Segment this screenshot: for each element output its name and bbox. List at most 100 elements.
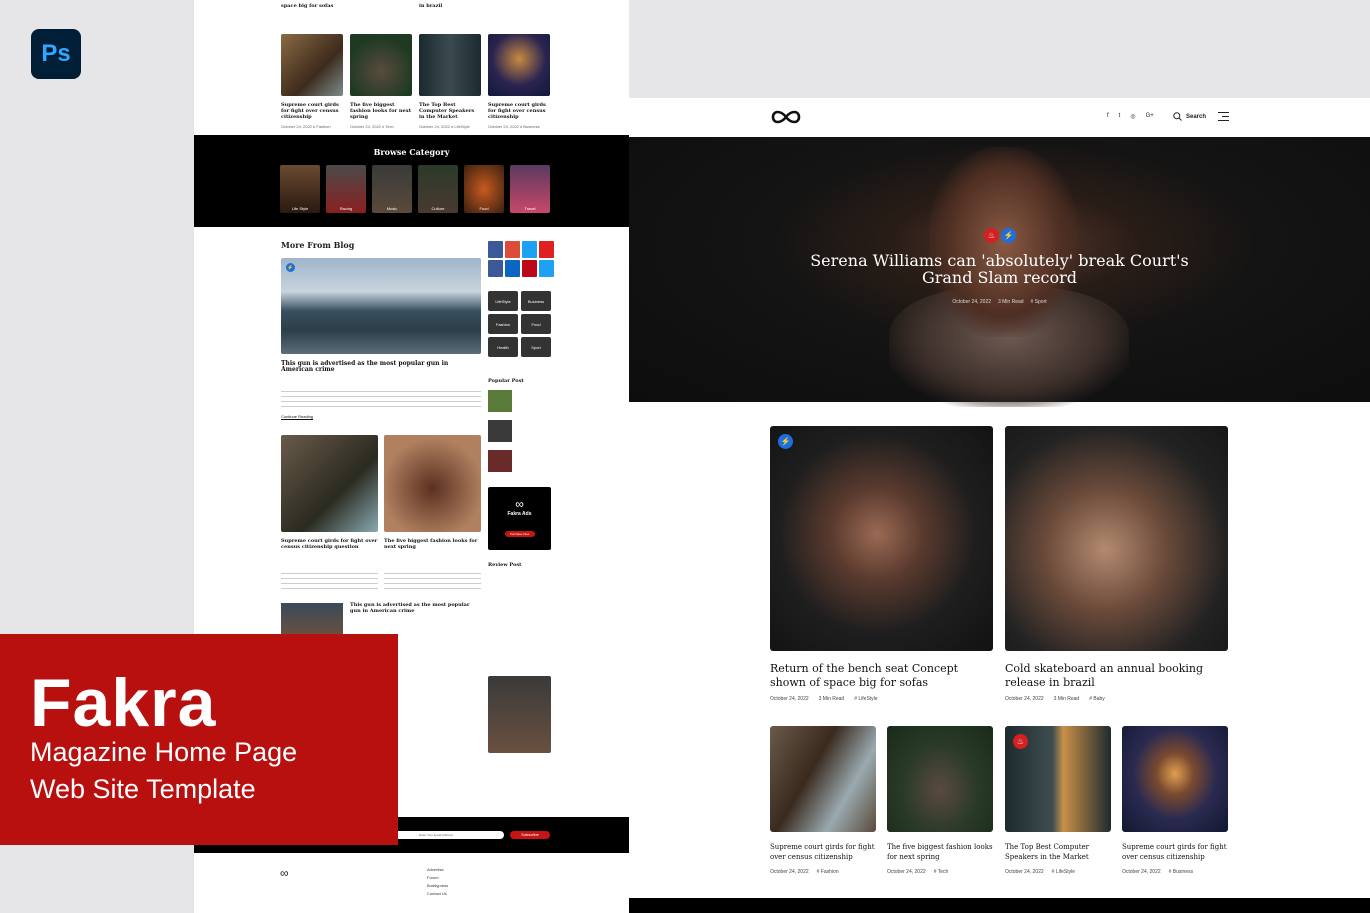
subscribe-button[interactable]: Subscribe	[510, 831, 550, 839]
list-image[interactable]	[281, 603, 343, 636]
facebook-icon[interactable]	[488, 241, 503, 258]
linkedin-icon[interactable]	[505, 260, 520, 277]
small-post-title[interactable]: The five biggest fashion looks for next …	[887, 842, 997, 862]
post-date: October 24, 2022	[887, 869, 926, 875]
twitter-icon[interactable]	[522, 241, 537, 258]
post-tag[interactable]: # Business	[520, 124, 540, 129]
post-date: October 24, 2022	[1005, 869, 1044, 875]
grid-card[interactable]: Supreme court girds for fight over censu…	[488, 34, 550, 129]
post-tag[interactable]: # Fashion	[313, 124, 331, 129]
post-tag[interactable]: # Business	[1169, 869, 1193, 875]
search-button[interactable]: Search	[1173, 112, 1206, 121]
googleplus-icon[interactable]: G+	[1146, 113, 1154, 120]
side-category[interactable]: Health	[488, 337, 518, 357]
blog-hero-title[interactable]: This gun is advertised as the most popul…	[281, 361, 481, 373]
card-image[interactable]	[281, 435, 378, 532]
post-image[interactable]	[281, 34, 343, 96]
post-image[interactable]	[419, 34, 481, 96]
popular-thumb[interactable]	[488, 390, 512, 412]
post-tag[interactable]: # LifeStyle	[1052, 869, 1075, 875]
small-post-image[interactable]: ♨	[1005, 726, 1111, 832]
lightning-icon: ⚡	[1001, 228, 1016, 243]
footer-link[interactable]: Buddypress	[427, 882, 448, 890]
header-social: f t ◎ G+	[1107, 113, 1154, 120]
small-post-title[interactable]: The Top Best Computer Speakers in the Ma…	[1005, 842, 1115, 862]
small-post-title[interactable]: Supreme court girds for fight over censu…	[1122, 842, 1232, 862]
email-input[interactable]: Enter Your Email Address	[394, 831, 504, 839]
footer-link[interactable]: Contact Us	[427, 890, 448, 898]
browse-category-section: Browse Category Life Style Racing Music …	[194, 135, 629, 227]
footer-link[interactable]: Forum	[427, 874, 448, 882]
grid-card[interactable]: The five biggest fashion looks for next …	[350, 34, 412, 129]
post-tag[interactable]: # LifeStyle	[451, 124, 470, 129]
hero-tag[interactable]: # Sport	[1031, 299, 1047, 305]
post-tag[interactable]: # Fashion	[817, 869, 839, 875]
side-category[interactable]: Business	[521, 291, 551, 311]
category-label: Life Style	[291, 206, 309, 211]
popular-thumb[interactable]	[488, 450, 512, 472]
post-date: October 24, 2022	[1122, 869, 1161, 875]
small-post-image[interactable]	[887, 726, 993, 832]
post-tag[interactable]: # Tech	[934, 869, 949, 875]
category-racing[interactable]: Racing	[326, 165, 366, 213]
post-title[interactable]: Supreme court girds for fight over censu…	[488, 102, 550, 120]
promo-banner: Fakra Magazine Home Page Web Site Templa…	[0, 634, 398, 845]
twitter-icon[interactable]: t	[1119, 113, 1121, 120]
site-header: f t ◎ G+ Search	[629, 98, 1370, 137]
card-title[interactable]: Supreme court girds for fight over censu…	[281, 538, 378, 550]
ad-banner[interactable]: ∞ Fakra Ads Purchase Now	[488, 487, 551, 550]
vimeo-icon[interactable]	[539, 260, 554, 277]
pinterest-icon[interactable]	[522, 260, 537, 277]
card-title[interactable]: The five biggest fashion looks for next …	[384, 538, 481, 550]
hero-section[interactable]: ♨ ⚡ Serena Williams can 'absolutely' bre…	[629, 137, 1370, 407]
category-music[interactable]: Music	[372, 165, 412, 213]
post-image[interactable]	[488, 34, 550, 96]
category-travel[interactable]: Travel	[510, 165, 550, 213]
side-category[interactable]: Food	[521, 314, 551, 334]
blog-hero-image[interactable]: ⚡	[281, 258, 481, 354]
grid-card[interactable]: The Top Best Computer Speakers in the Ma…	[419, 34, 481, 129]
side-category[interactable]: Fashion	[488, 314, 518, 334]
purchase-button[interactable]: Purchase Now	[504, 531, 535, 537]
category-lifestyle[interactable]: Life Style	[280, 165, 320, 213]
card-image[interactable]	[384, 435, 481, 532]
category-culture[interactable]: Culture	[418, 165, 458, 213]
googleplus-icon[interactable]	[505, 241, 520, 258]
post-title[interactable]: The five biggest fashion looks for next …	[350, 102, 412, 120]
side-category[interactable]: LifeStyle	[488, 291, 518, 311]
hero-title[interactable]: Serena Williams can 'absolutely' break C…	[629, 252, 1370, 286]
instagram-icon[interactable]	[488, 260, 503, 277]
featured-image[interactable]: ⚡	[770, 426, 993, 651]
post-tag[interactable]: # LifeStyle	[854, 696, 877, 702]
hero-read-time: 3 Min Read	[997, 299, 1024, 305]
post-title[interactable]: The Top Best Computer Speakers in the Ma…	[419, 102, 481, 120]
small-post-image[interactable]	[1122, 726, 1228, 832]
instagram-icon[interactable]: ◎	[1130, 113, 1135, 120]
footer-link[interactable]: Advertise	[427, 866, 448, 874]
search-label: Search	[1186, 113, 1207, 120]
category-food[interactable]: Food	[464, 165, 504, 213]
side-category[interactable]: Sport	[521, 337, 551, 357]
small-post-meta: October 24, 2022 # LifeStyle	[1005, 869, 1075, 875]
menu-icon[interactable]	[1218, 112, 1229, 121]
top-title-2: in brazil	[419, 3, 443, 9]
photoshop-icon: Ps	[31, 29, 81, 79]
post-image[interactable]	[350, 34, 412, 96]
list-title[interactable]: This gun is advertised as the most popul…	[350, 602, 480, 614]
continue-reading-link[interactable]: Continue Reading	[281, 414, 313, 419]
featured-title[interactable]: Cold skateboard an annual booking releas…	[1005, 662, 1228, 690]
post-tag[interactable]: # Baby	[1089, 696, 1105, 702]
featured-image[interactable]	[1005, 426, 1228, 651]
popular-thumb[interactable]	[488, 420, 512, 442]
post-title[interactable]: Supreme court girds for fight over censu…	[281, 102, 343, 120]
post-tag[interactable]: # Tech	[382, 124, 394, 129]
grid-card[interactable]: Supreme court girds for fight over censu…	[281, 34, 343, 129]
featured-meta: October 24, 2022 3 Min Read # Baby	[1005, 696, 1105, 702]
small-post-title[interactable]: Supreme court girds for fight over censu…	[770, 842, 880, 862]
infinity-logo-icon[interactable]	[771, 110, 801, 124]
youtube-icon[interactable]	[539, 241, 554, 258]
slider-image[interactable]	[488, 676, 551, 753]
featured-title[interactable]: Return of the bench seat Concept shown o…	[770, 662, 993, 690]
small-post-image[interactable]	[770, 726, 876, 832]
facebook-icon[interactable]: f	[1107, 113, 1109, 120]
